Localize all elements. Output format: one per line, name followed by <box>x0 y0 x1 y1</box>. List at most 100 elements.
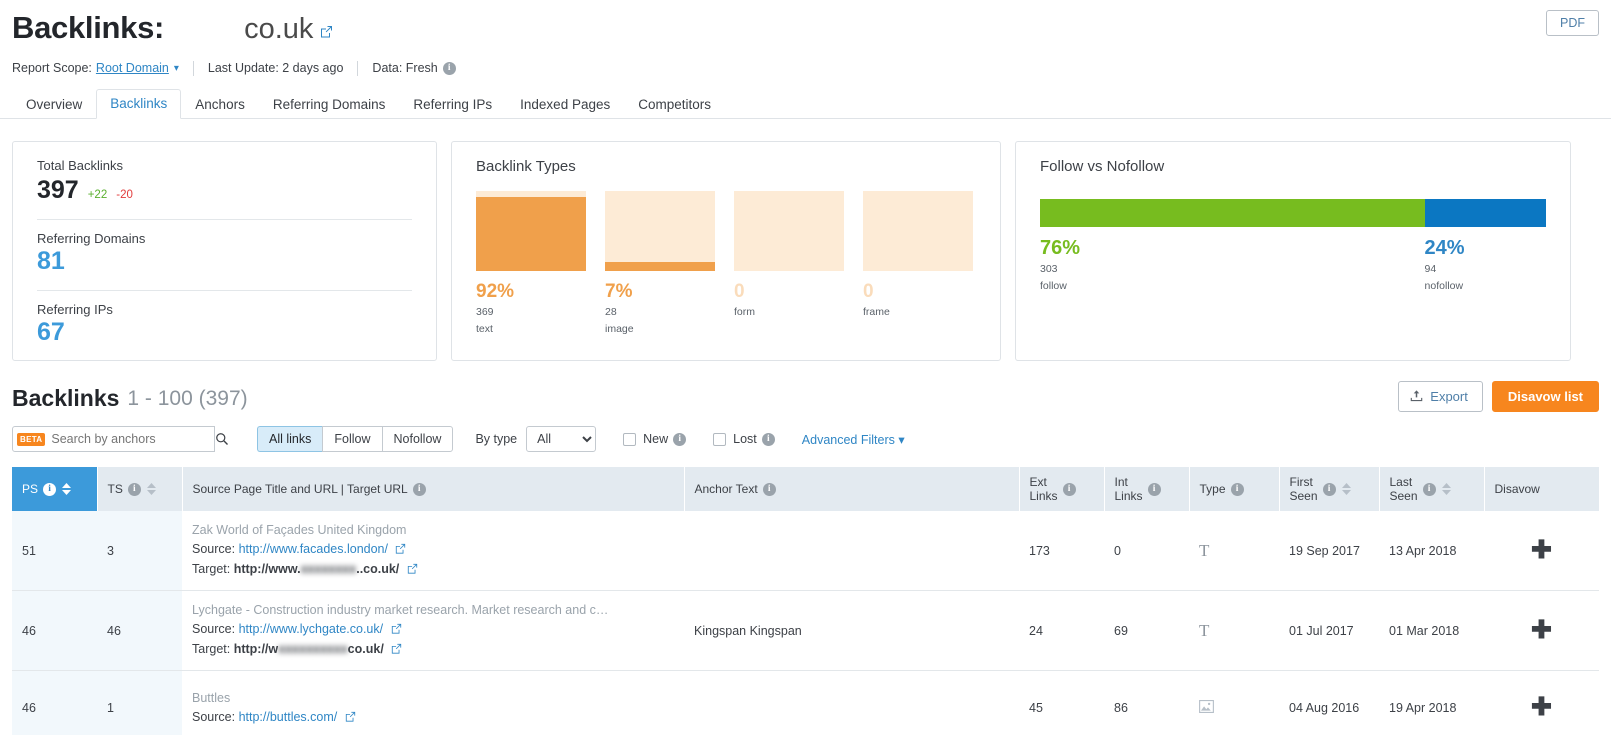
tab-backlinks[interactable]: Backlinks <box>96 89 182 119</box>
bar-count: 369 <box>476 306 494 318</box>
totals-card: Total Backlinks 397 +22 -20 Referring Do… <box>12 141 437 361</box>
report-scope: Report Scope: Root Domain ▾ <box>12 61 179 75</box>
nofollow-segment[interactable] <box>1424 199 1546 227</box>
info-icon[interactable]: i <box>43 482 57 496</box>
last-update-label: Last Update: 2 days ago <box>207 61 344 75</box>
referring-ips-value[interactable]: 67 <box>37 317 412 347</box>
follow-nofollow-bar <box>1040 199 1546 227</box>
external-link-icon[interactable] <box>391 641 402 660</box>
add-to-disavow-icon[interactable]: ✚ <box>1531 536 1552 564</box>
advanced-filters-toggle[interactable]: Advanced Filters ▾ <box>802 432 905 447</box>
external-link-icon[interactable] <box>345 709 356 728</box>
sort-icon[interactable] <box>62 483 72 495</box>
export-button[interactable]: Export <box>1398 381 1483 412</box>
image-type-icon <box>1199 700 1214 716</box>
tab-overview[interactable]: Overview <box>12 90 96 119</box>
source-page-title: Buttles <box>192 690 231 705</box>
external-link-icon[interactable] <box>395 541 406 560</box>
info-icon[interactable]: i <box>1322 482 1336 496</box>
cell-anchor-text <box>684 670 1019 735</box>
bar-frame[interactable]: 0 frame <box>863 191 973 336</box>
follow-nofollow-title: Follow vs Nofollow <box>1040 158 1165 175</box>
backlink-types-title: Backlink Types <box>476 158 576 175</box>
source-url-link[interactable]: http://www.facades.london/ <box>239 542 388 556</box>
info-icon[interactable]: i <box>1422 482 1436 496</box>
lost-checkbox[interactable] <box>713 432 727 446</box>
source-url-link[interactable]: http://buttles.com/ <box>239 710 338 724</box>
cell-type <box>1189 670 1279 735</box>
target-prefix: Target: <box>192 562 231 576</box>
follow-name: follow <box>1040 280 1067 292</box>
text-type-icon: T <box>1199 540 1210 560</box>
total-backlinks-value: 397 <box>37 176 79 204</box>
bar-image[interactable]: 7% 28 image <box>605 191 715 336</box>
sort-icon[interactable] <box>1341 483 1351 495</box>
col-ps[interactable]: PS i <box>12 467 98 511</box>
segment-nofollow[interactable]: Nofollow <box>381 426 454 452</box>
meta-divider <box>192 60 194 76</box>
new-filter[interactable]: New i <box>623 432 687 446</box>
info-icon[interactable]: i <box>1147 482 1161 496</box>
sort-icon[interactable] <box>1441 483 1451 495</box>
info-icon[interactable]: i <box>442 61 456 75</box>
add-to-disavow-icon[interactable]: ✚ <box>1531 693 1552 721</box>
tab-competitors[interactable]: Competitors <box>624 90 725 119</box>
nav-tabs: Overview Backlinks Anchors Referring Dom… <box>0 89 1611 119</box>
external-link-icon[interactable] <box>320 25 333 38</box>
total-backlinks-row: 397 +22 -20 <box>37 175 412 205</box>
col-last-seen-label: Last Seen <box>1389 475 1418 503</box>
external-link-icon[interactable] <box>407 561 418 580</box>
tab-anchors[interactable]: Anchors <box>181 90 259 119</box>
info-icon[interactable]: i <box>673 432 687 446</box>
bar-track <box>476 191 586 271</box>
follow-segment[interactable] <box>1040 199 1425 227</box>
search-input[interactable] <box>45 431 215 447</box>
info-icon[interactable]: i <box>761 432 775 446</box>
info-icon[interactable]: i <box>1062 482 1076 496</box>
col-last-seen[interactable]: Last Seen i <box>1379 467 1485 511</box>
pdf-export-button[interactable]: PDF <box>1546 10 1599 36</box>
advanced-filters-label: Advanced Filters <box>801 432 895 447</box>
follow-count: 303 <box>1040 263 1058 275</box>
title-row: Backlinks: co.uk PDF <box>12 10 1599 52</box>
source-prefix: Source: <box>192 622 236 636</box>
bar-fill <box>605 262 715 271</box>
source-url-link[interactable]: http://www.lychgate.co.uk/ <box>239 622 384 636</box>
backlinks-actions: Export Disavow list <box>1398 381 1599 412</box>
disavow-list-button[interactable]: Disavow list <box>1491 381 1599 412</box>
col-ts[interactable]: TS i <box>97 467 183 511</box>
tab-indexed-pages[interactable]: Indexed Pages <box>506 90 624 119</box>
report-scope-value[interactable]: Root Domain <box>96 61 169 75</box>
bar-text[interactable]: 92% 369 text <box>476 191 586 336</box>
tab-referring-domains[interactable]: Referring Domains <box>259 90 400 119</box>
external-link-icon[interactable] <box>391 621 402 640</box>
segment-all-links[interactable]: All links <box>257 426 323 452</box>
source-prefix: Source: <box>192 709 236 724</box>
sort-icon[interactable] <box>146 483 156 495</box>
source-url-line: Source: http://www.facades.london/ <box>192 540 674 560</box>
bar-form[interactable]: 0 form <box>734 191 844 336</box>
cell-disavow: ✚ <box>1484 590 1599 671</box>
cell-ps: 46 <box>12 670 97 735</box>
info-icon[interactable]: i <box>412 482 426 496</box>
source-prefix: Source: <box>192 542 236 556</box>
referring-domains-value[interactable]: 81 <box>37 246 412 276</box>
tab-referring-ips[interactable]: Referring IPs <box>399 90 506 119</box>
nofollow-name: nofollow <box>1424 280 1464 292</box>
by-type-select[interactable]: All <box>526 426 597 452</box>
info-icon[interactable]: i <box>1230 482 1244 496</box>
bar-track <box>734 191 844 271</box>
report-meta-row: Report Scope: Root Domain ▾ Last Update:… <box>12 58 1599 78</box>
total-backlinks-lost: -20 <box>116 189 133 201</box>
search-icon[interactable] <box>214 426 230 452</box>
add-to-disavow-icon[interactable]: ✚ <box>1531 616 1552 644</box>
segment-follow[interactable]: Follow <box>322 426 382 452</box>
info-icon[interactable]: i <box>127 482 141 496</box>
chevron-down-icon[interactable]: ▾ <box>174 63 179 74</box>
lost-filter[interactable]: Lost i <box>713 432 775 446</box>
new-checkbox[interactable] <box>623 432 637 446</box>
info-icon[interactable]: i <box>762 482 776 496</box>
col-first-seen[interactable]: First Seen i <box>1279 467 1380 511</box>
source-page-title: Zak World of Façades United Kingdom <box>192 523 407 537</box>
page-header: Backlinks: co.uk PDF Report Scope: Root … <box>0 0 1611 78</box>
